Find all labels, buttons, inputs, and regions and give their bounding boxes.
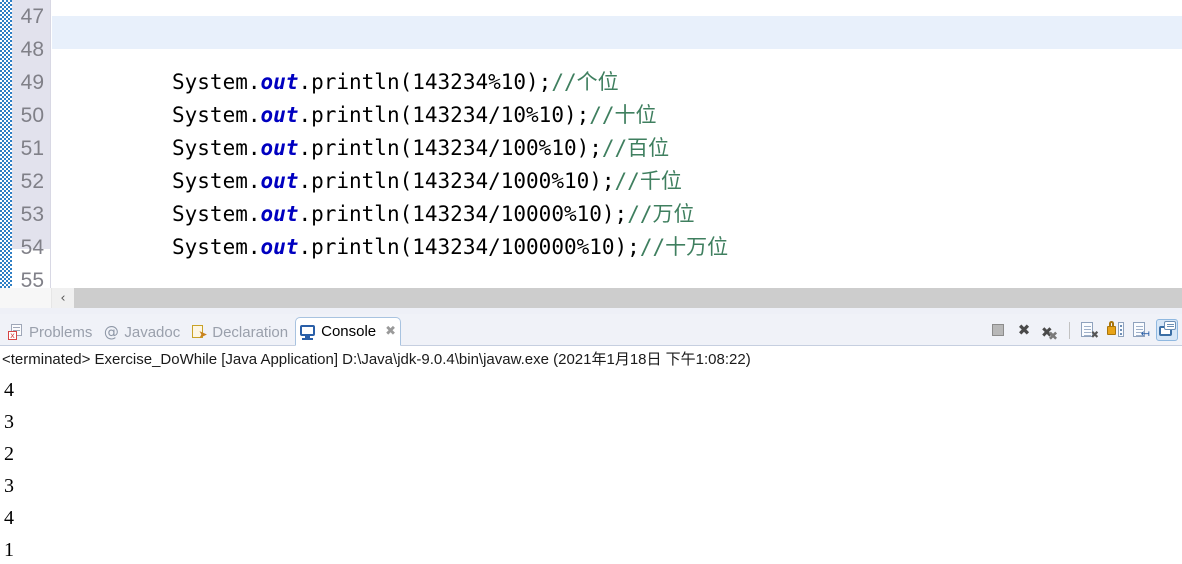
console-toolbar: ✖ ✖ ✖ ✖ ↤ — [987, 316, 1178, 344]
code-token-rest: .println(143234%10); — [298, 70, 552, 94]
remove-all-terminated-button[interactable]: ✖ ✖ — [1039, 319, 1061, 343]
code-line[interactable]: System.out.println(143234/100000%10);//十… — [52, 231, 1182, 264]
clear-console-button[interactable]: ✖ — [1078, 319, 1100, 341]
scrollbar-corner — [0, 288, 52, 308]
code-token-comment: //十位 — [589, 103, 657, 127]
code-lines: System.out.println(143234%10);//个位 Syste… — [52, 0, 1182, 288]
code-line[interactable] — [52, 0, 1182, 33]
view-tabs: x Problems @ Javadoc ➤ Declaration Conso… — [4, 314, 402, 346]
javadoc-icon: @ — [103, 323, 119, 341]
code-token-rest: .println(143234/10000%10); — [298, 202, 628, 226]
tab-label: Console — [321, 323, 377, 340]
code-token-prefix: System. — [172, 169, 261, 193]
gutter-separator — [50, 0, 51, 288]
console-output-line: 3 — [4, 411, 14, 433]
code-token-prefix: System. — [172, 202, 261, 226]
code-token-field: out — [260, 235, 299, 259]
code-text-area[interactable]: System.out.println(143234%10);//个位 Syste… — [52, 0, 1182, 288]
console-icon — [300, 324, 316, 340]
code-token-comment: //千位 — [614, 169, 682, 193]
line-number: 55 — [20, 269, 44, 288]
declaration-icon: ➤ — [191, 324, 207, 340]
code-token-field: out — [260, 103, 299, 127]
console-output[interactable]: 4 3 2 3 4 1 — [0, 374, 1182, 564]
terminate-button[interactable] — [987, 319, 1009, 341]
tab-javadoc[interactable]: @ Javadoc — [99, 318, 187, 346]
code-token-prefix: System. — [172, 235, 261, 259]
annotation-ruler[interactable] — [0, 0, 12, 288]
code-line[interactable]: System.out.println(143234/100%10);//百位 — [52, 132, 1182, 165]
code-token-rest: .println(143234/1000%10); — [298, 169, 615, 193]
code-token-comment: //十万位 — [639, 235, 729, 259]
tab-console[interactable]: Console ✖ — [295, 317, 402, 346]
line-number: 51 — [20, 137, 44, 160]
console-output-line: 4 — [4, 507, 14, 529]
code-editor[interactable]: 47 48 49 50 51 52 53 54 55 System.out.pr… — [0, 0, 1182, 288]
scroll-left-arrow-icon[interactable]: ‹ — [52, 288, 74, 308]
code-token-prefix: System. — [172, 103, 261, 127]
code-token-field: out — [260, 169, 299, 193]
tab-label: Javadoc — [124, 323, 181, 341]
problems-icon: x — [8, 324, 24, 340]
line-number: 54 — [20, 236, 44, 259]
code-line[interactable] — [52, 264, 1182, 288]
code-token-comment: //百位 — [601, 136, 670, 160]
tab-declaration[interactable]: ➤ Declaration — [187, 318, 295, 346]
console-view: x Problems @ Javadoc ➤ Declaration Conso… — [0, 314, 1182, 564]
show-console-on-output-button[interactable]: ↤ — [1130, 319, 1152, 341]
code-token-comment: //万位 — [627, 202, 695, 226]
tab-problems[interactable]: x Problems — [4, 318, 99, 346]
code-line[interactable]: System.out.println(143234/10%10);//十位 — [52, 99, 1182, 132]
editor-horizontal-scrollbar[interactable]: ‹ — [0, 288, 1182, 308]
tab-label: Declaration — [212, 323, 289, 341]
code-line[interactable]: System.out.println(143234%10);//个位 — [52, 66, 1182, 99]
code-token-field: out — [260, 202, 299, 226]
code-token-prefix: System. — [172, 70, 261, 94]
toolbar-separator — [1069, 321, 1070, 339]
scrollbar-thumb[interactable] — [74, 288, 1182, 308]
tab-label: Problems — [29, 323, 93, 341]
code-line[interactable]: System.out.println(143234/1000%10);//千位 — [52, 165, 1182, 198]
line-number: 53 — [20, 203, 44, 226]
view-tab-bar: x Problems @ Javadoc ➤ Declaration Conso… — [0, 314, 1182, 346]
line-number: 48 — [20, 38, 44, 61]
code-token-rest: .println(143234/10%10); — [298, 103, 590, 127]
console-output-line: 3 — [4, 475, 14, 497]
line-number: 50 — [20, 104, 44, 127]
remove-launch-button[interactable]: ✖ — [1013, 319, 1035, 341]
close-icon[interactable]: ✖ — [385, 324, 396, 339]
code-token-field: out — [260, 136, 299, 160]
console-output-line: 4 — [4, 379, 14, 401]
launch-configuration-label: <terminated> Exercise_DoWhile [Java Appl… — [2, 351, 751, 368]
line-number: 52 — [20, 170, 44, 193]
code-token-rest: .println(143234/100000%10); — [298, 235, 640, 259]
code-token-prefix: System. — [172, 136, 261, 160]
line-number: 49 — [20, 71, 44, 94]
display-selected-console-button[interactable] — [1156, 319, 1178, 341]
code-line[interactable] — [52, 33, 1182, 66]
line-number: 47 — [20, 5, 44, 28]
code-token-rest: .println(143234/100%10); — [298, 136, 602, 160]
scroll-lock-button[interactable] — [1104, 319, 1126, 341]
code-token-comment: //个位 — [551, 70, 619, 94]
code-line[interactable]: System.out.println(143234/10000%10);//万位 — [52, 198, 1182, 231]
code-token-field: out — [260, 70, 299, 94]
line-number-ruler: 47 48 49 50 51 52 53 54 55 — [12, 0, 48, 288]
console-output-line: 1 — [4, 539, 14, 561]
console-output-line: 2 — [4, 443, 14, 465]
